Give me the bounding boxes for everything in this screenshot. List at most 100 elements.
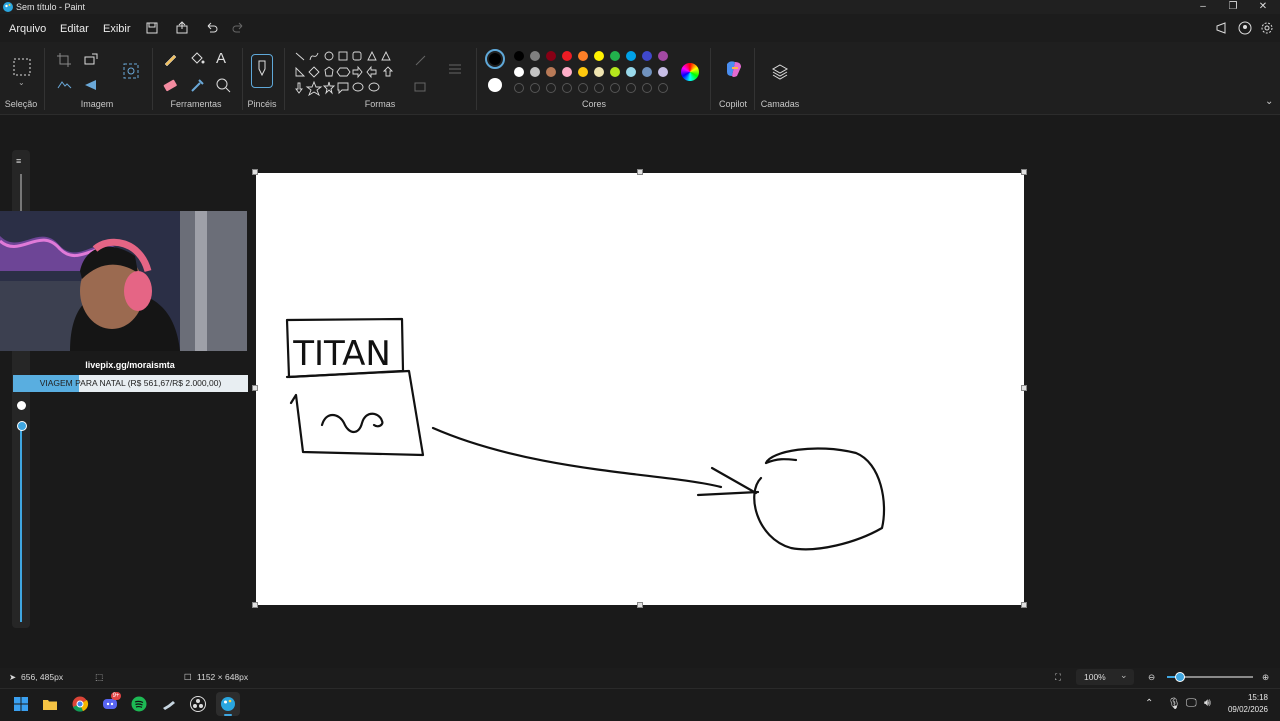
custom-color-slot[interactable] xyxy=(578,83,588,93)
custom-color-slot[interactable] xyxy=(610,83,620,93)
color-swatch[interactable] xyxy=(562,67,572,77)
save-icon[interactable] xyxy=(144,20,160,36)
account-icon[interactable] xyxy=(1237,20,1253,36)
zoom-slider-thumb[interactable] xyxy=(1175,672,1185,682)
restore-button[interactable]: ❐ xyxy=(1218,0,1248,14)
chrome-icon[interactable] xyxy=(71,695,89,713)
resize-icon[interactable] xyxy=(82,51,100,69)
color-swatch[interactable] xyxy=(514,67,524,77)
taskbar-active-app[interactable] xyxy=(216,692,240,716)
color-swatch[interactable] xyxy=(546,51,556,61)
windows-start-icon[interactable] xyxy=(12,695,30,713)
color-swatch[interactable] xyxy=(530,67,540,77)
fill-bucket-icon[interactable] xyxy=(188,50,206,68)
opacity-thumb[interactable] xyxy=(17,421,27,431)
fit-to-window-icon[interactable]: ⛶ xyxy=(1055,672,1061,683)
custom-color-slot[interactable] xyxy=(514,83,524,93)
color-swatch[interactable] xyxy=(626,67,636,77)
custom-color-slot[interactable] xyxy=(626,83,636,93)
color-swatch[interactable] xyxy=(642,51,652,61)
color-swatch[interactable] xyxy=(594,67,604,77)
network-icon[interactable]: 🖵︎ xyxy=(1186,697,1197,710)
menu-exibir[interactable]: Exibir xyxy=(103,22,131,36)
shape-size-icon[interactable] xyxy=(446,60,464,78)
color-picker-icon[interactable] xyxy=(188,76,206,94)
layers-icon[interactable] xyxy=(770,62,790,82)
color-swatch[interactable] xyxy=(546,67,556,77)
custom-color-slot[interactable] xyxy=(594,83,604,93)
resize-handle-bottom-right[interactable] xyxy=(1021,602,1027,608)
shapes-gallery[interactable] xyxy=(292,49,396,97)
zoom-out-icon[interactable]: ⊖ xyxy=(1148,672,1155,683)
primary-color-selector[interactable] xyxy=(485,49,505,69)
taskbar-time[interactable]: 15:18 xyxy=(1210,693,1268,702)
color-swatch[interactable] xyxy=(610,67,620,77)
ribbon-collapse-chevron-icon[interactable]: ⌄ xyxy=(1265,96,1273,107)
resize-handle-top-right[interactable] xyxy=(1021,169,1027,175)
magnifier-icon[interactable] xyxy=(214,76,232,94)
redo-icon[interactable] xyxy=(230,20,246,36)
resize-handle-right[interactable] xyxy=(1021,385,1027,391)
image-select-icon[interactable] xyxy=(122,62,140,80)
copilot-icon[interactable] xyxy=(723,58,745,80)
color-swatch[interactable] xyxy=(514,51,524,61)
share-icon[interactable] xyxy=(174,20,190,36)
pencil-icon[interactable] xyxy=(161,50,179,68)
drawing-canvas[interactable]: TITAN xyxy=(256,173,1024,605)
close-button[interactable]: ✕ xyxy=(1248,0,1278,14)
menu-arquivo[interactable]: Arquivo xyxy=(9,22,46,36)
eraser-icon[interactable] xyxy=(161,76,179,94)
announcement-icon[interactable] xyxy=(1214,20,1230,36)
fill-icon[interactable] xyxy=(412,78,430,96)
opacity-track[interactable] xyxy=(20,428,22,622)
menu-editar[interactable]: Editar xyxy=(60,22,89,36)
secondary-color-swatch[interactable] xyxy=(488,78,502,92)
outline-icon[interactable] xyxy=(412,52,430,70)
edit-colors-icon[interactable] xyxy=(681,63,699,81)
resize-handle-bottom[interactable] xyxy=(637,602,643,608)
brush-size-track[interactable] xyxy=(20,174,22,214)
resize-handle-left[interactable] xyxy=(252,385,258,391)
background-remove-icon[interactable] xyxy=(55,76,73,94)
color-swatch[interactable] xyxy=(530,51,540,61)
custom-color-slot[interactable] xyxy=(642,83,652,93)
resize-handle-top[interactable] xyxy=(637,169,643,175)
undo-icon[interactable] xyxy=(204,20,220,36)
system-tray-chevron-icon[interactable]: ⌃ xyxy=(1145,698,1153,709)
obs-icon[interactable] xyxy=(189,695,207,713)
spotify-icon[interactable] xyxy=(130,695,148,713)
color-swatch[interactable] xyxy=(562,51,572,61)
ribbon-divider xyxy=(476,48,477,110)
settings-gear-icon[interactable] xyxy=(1259,20,1275,36)
steam-icon[interactable] xyxy=(160,695,178,713)
color-swatch[interactable] xyxy=(658,51,668,61)
canvas-size: 1152 × 648px xyxy=(197,672,249,682)
color-swatch[interactable] xyxy=(626,51,636,61)
color-swatch[interactable] xyxy=(594,51,604,61)
drawn-circle-overlap xyxy=(764,458,798,465)
selection-rectangle-icon[interactable] xyxy=(12,57,32,77)
webcam-overlay xyxy=(0,211,247,351)
resize-handle-bottom-left[interactable] xyxy=(252,602,258,608)
flip-icon[interactable] xyxy=(82,76,100,94)
color-swatch[interactable] xyxy=(642,67,652,77)
chevron-down-icon[interactable]: ⌄ xyxy=(18,78,25,87)
zoom-in-icon[interactable]: ⊕ xyxy=(1262,672,1269,683)
microphone-icon[interactable]: 🎙︎ xyxy=(1167,697,1181,710)
file-explorer-icon[interactable] xyxy=(41,695,59,713)
color-swatch[interactable] xyxy=(578,67,588,77)
color-swatch[interactable] xyxy=(658,67,668,77)
custom-color-slot[interactable] xyxy=(546,83,556,93)
zoom-select[interactable]: 100% ⌄ xyxy=(1076,669,1134,685)
brushes-button[interactable] xyxy=(251,54,273,88)
text-tool-icon[interactable]: A xyxy=(216,50,226,67)
color-swatch[interactable] xyxy=(578,51,588,61)
custom-color-slot[interactable] xyxy=(658,83,668,93)
minimize-button[interactable]: – xyxy=(1188,0,1218,14)
taskbar-date[interactable]: 09/02/2026 xyxy=(1210,705,1268,714)
custom-color-slot[interactable] xyxy=(562,83,572,93)
custom-color-slot[interactable] xyxy=(530,83,540,93)
resize-handle-top-left[interactable] xyxy=(252,169,258,175)
crop-icon[interactable] xyxy=(55,51,73,69)
color-swatch[interactable] xyxy=(610,51,620,61)
